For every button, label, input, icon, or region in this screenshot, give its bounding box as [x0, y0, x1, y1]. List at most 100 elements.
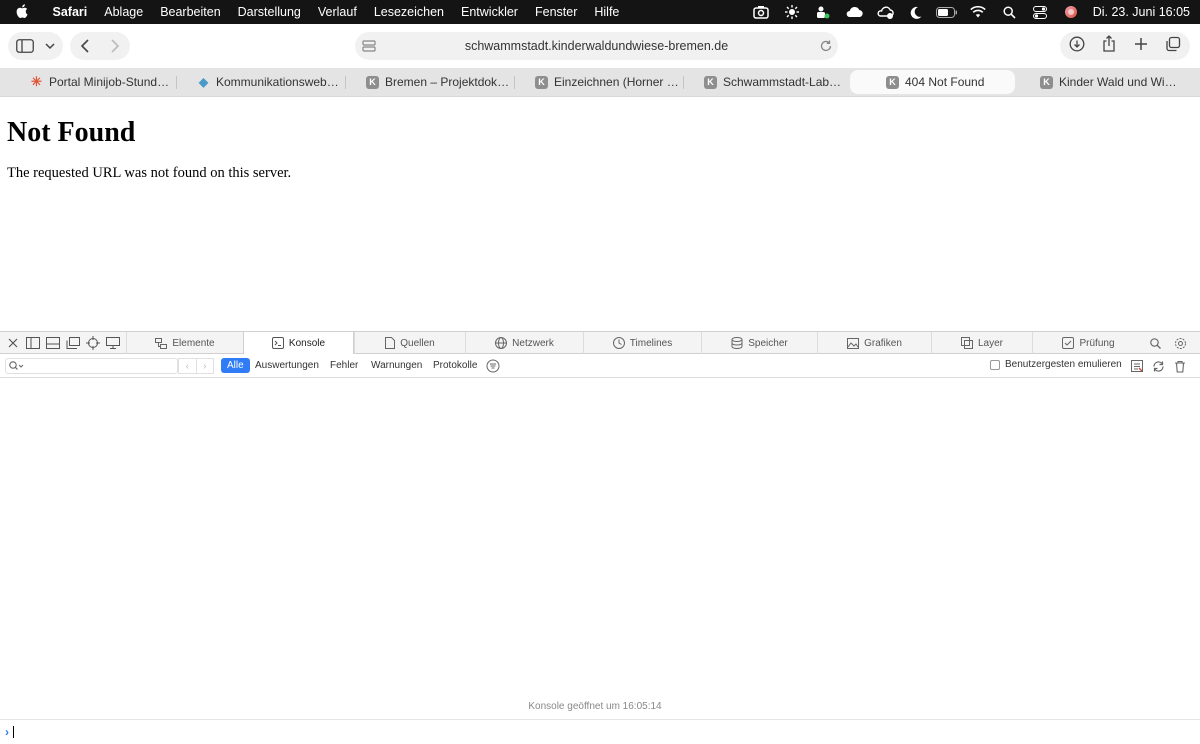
menu-clock[interactable]: Di. 23. Juni 16:05	[1087, 5, 1190, 19]
reload-page-icon[interactable]	[1150, 358, 1166, 374]
address-bar[interactable]: schwammstadt.kinderwaldundwiese-bremen.d…	[355, 32, 838, 60]
url-text[interactable]: schwammstadt.kinderwaldundwiese-bremen.d…	[465, 39, 728, 53]
emulate-gestures-checkbox[interactable]: Benutzergesten emulieren	[990, 359, 1122, 370]
downloads-button[interactable]	[1069, 36, 1085, 57]
menu-fenster[interactable]: Fenster	[526, 5, 585, 19]
tab-quellen[interactable]: Quellen	[354, 332, 465, 354]
element-picker-icon[interactable]	[85, 335, 101, 351]
spotlight-icon[interactable]	[994, 0, 1025, 24]
console-output[interactable]	[0, 379, 1200, 719]
toolbar-actions	[1060, 32, 1190, 60]
favicon-k-icon: K	[1040, 75, 1053, 89]
menu-hilfe[interactable]: Hilfe	[586, 5, 628, 19]
preserve-log-icon[interactable]	[1129, 358, 1145, 374]
tab-netzwerk[interactable]: Netzwerk	[465, 332, 583, 354]
console-prompt-input[interactable]: ›	[0, 719, 1200, 744]
menu-ablage[interactable]: Ablage	[96, 5, 152, 19]
tab-separator	[514, 76, 515, 89]
sidebar-toggle-button[interactable]	[8, 32, 63, 60]
tab-layer[interactable]: Layer	[931, 332, 1032, 354]
forward-button[interactable]	[100, 39, 130, 53]
control-center-icon[interactable]	[1025, 0, 1056, 24]
tab-kommunikation[interactable]: ◆ Kommunikationswebsi...	[187, 70, 342, 94]
web-inspector: Elemente Konsole Quellen Netzwerk Timeli…	[0, 331, 1200, 744]
menu-lesezeichen[interactable]: Lesezeichen	[365, 5, 452, 19]
tab-einzeichnen[interactable]: K Einzeichnen (Horner S...	[525, 70, 680, 94]
back-button[interactable]	[70, 39, 100, 53]
menu-verlauf[interactable]: Verlauf	[309, 5, 365, 19]
inspector-tab-bar: Elemente Konsole Quellen Netzwerk Timeli…	[0, 331, 1200, 354]
dock-bottom-icon[interactable]	[45, 335, 61, 351]
vpn-icon[interactable]	[870, 0, 901, 24]
clear-console-icon[interactable]	[1172, 358, 1188, 374]
wifi-icon[interactable]	[963, 0, 994, 24]
filter-options-icon[interactable]	[485, 358, 501, 374]
menu-bearbeiten[interactable]: Bearbeiten	[152, 5, 229, 19]
tab-elemente[interactable]: Elemente	[126, 332, 243, 354]
tab-label: Einzeichnen (Horner S...	[554, 75, 680, 89]
next-result-button[interactable]: ›	[195, 359, 214, 373]
tab-label: 404 Not Found	[905, 75, 985, 89]
tab-label: Kommunikationswebsi...	[216, 75, 342, 89]
tab-label: Bremen – Projektdoku...	[385, 75, 511, 89]
console-opened-message: Konsole geöffnet um 16:05:14	[528, 701, 662, 712]
checkbox-box	[990, 359, 1000, 370]
filter-fehler-button[interactable]: Fehler	[324, 358, 364, 373]
tab-pruefung[interactable]: Prüfung	[1032, 332, 1144, 354]
new-tab-button[interactable]	[1134, 37, 1148, 56]
filter-auswertungen-button[interactable]: Auswertungen	[249, 358, 325, 373]
tab-label: Konsole	[288, 337, 326, 349]
tab-overview-icon	[1166, 36, 1181, 51]
tab-grafiken[interactable]: Grafiken	[817, 332, 931, 354]
close-inspector-icon[interactable]	[5, 335, 21, 351]
inspector-search-icon[interactable]	[1147, 335, 1163, 351]
tab-timelines[interactable]: Timelines	[583, 332, 701, 354]
sidebar-icon	[15, 39, 34, 53]
timelines-icon	[612, 337, 625, 349]
filter-warnungen-button[interactable]: Warnungen	[365, 358, 428, 373]
filter-alle-button[interactable]: Alle	[221, 358, 250, 373]
undock-window-icon[interactable]	[65, 335, 81, 351]
tab-portal-minijob[interactable]: ✳ Portal Minijob-Stunde...	[20, 70, 170, 94]
device-settings-icon[interactable]	[105, 335, 121, 351]
tab-bremen-projekt[interactable]: K Bremen – Projektdoku...	[356, 70, 511, 94]
console-filter-input[interactable]	[5, 358, 178, 374]
filter-protokolle-button[interactable]: Protokolle	[427, 358, 483, 373]
filter-search-icon	[9, 361, 24, 370]
app-icon[interactable]	[808, 0, 839, 24]
network-icon	[495, 337, 508, 349]
tab-separator	[683, 76, 684, 89]
tab-label: Portal Minijob-Stunde...	[49, 75, 170, 89]
share-icon	[1103, 35, 1115, 52]
dock-left-icon[interactable]	[25, 335, 41, 351]
battery-icon[interactable]	[932, 0, 963, 24]
previous-result-button[interactable]: ‹	[179, 359, 196, 373]
menu-app-safari[interactable]: Safari	[44, 5, 96, 19]
favicon-k-icon: K	[886, 75, 899, 89]
screenshot-icon[interactable]	[746, 0, 777, 24]
tab-404-not-found[interactable]: K 404 Not Found	[850, 70, 1015, 94]
inspector-settings-icon[interactable]	[1172, 335, 1188, 351]
tab-speicher[interactable]: Speicher	[701, 332, 817, 354]
console-filter-bar: ‹ › Alle Auswertungen Fehler Warnungen P…	[0, 354, 1200, 378]
share-button[interactable]	[1102, 35, 1116, 57]
brightness-icon[interactable]	[777, 0, 808, 24]
tab-schwammstadt-labor[interactable]: K Schwammstadt-Labor...	[694, 70, 844, 94]
menu-darstellung[interactable]: Darstellung	[229, 5, 309, 19]
layers-icon	[960, 337, 973, 349]
tab-kinder-wald[interactable]: K Kinder Wald und Wies...	[1030, 70, 1182, 94]
page-settings-icon[interactable]	[361, 38, 377, 57]
moon-icon[interactable]	[901, 0, 932, 24]
tab-label: Prüfung	[1079, 337, 1115, 349]
reload-icon[interactable]	[818, 38, 834, 57]
prompt-chevron-icon: ›	[5, 725, 9, 739]
apple-menu-icon[interactable]	[0, 3, 44, 21]
sources-icon	[385, 337, 396, 349]
cloud-icon[interactable]	[839, 0, 870, 24]
tab-konsole[interactable]: Konsole	[243, 332, 354, 354]
menu-entwickler[interactable]: Entwickler	[453, 5, 527, 19]
plus-icon	[1134, 37, 1147, 50]
siri-icon[interactable]	[1056, 0, 1087, 24]
tab-overview-button[interactable]	[1165, 36, 1181, 57]
page-heading: Not Found	[7, 117, 136, 148]
